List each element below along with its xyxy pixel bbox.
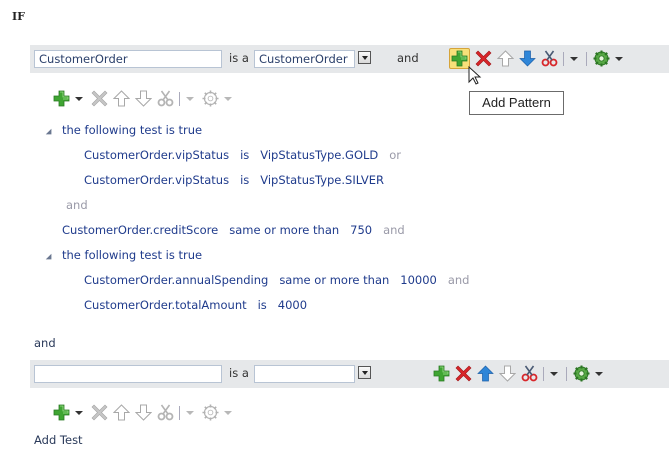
- cut-menu-caret[interactable]: [550, 371, 558, 376]
- toolbar-separator: [179, 405, 180, 420]
- gear-menu-caret[interactable]: [224, 410, 232, 415]
- cut-menu-caret[interactable]: [186, 96, 194, 101]
- toolbar-separator: [543, 366, 544, 381]
- type-dropdown-button[interactable]: [358, 366, 371, 379]
- add-test-button[interactable]: [53, 404, 70, 421]
- group-2-label[interactable]: the following test is true: [62, 248, 202, 262]
- add-pattern-tooltip: Add Pattern: [469, 91, 564, 115]
- move-down-button[interactable]: [135, 404, 152, 421]
- gear-menu-caret[interactable]: [615, 56, 623, 61]
- pattern-alias-field[interactable]: CustomerOrder: [34, 50, 222, 68]
- move-down-button[interactable]: [519, 50, 536, 67]
- add-test-caret[interactable]: [75, 410, 83, 415]
- move-up-button[interactable]: [113, 90, 130, 107]
- test-toolbar: [53, 404, 240, 421]
- toolbar-separator: [563, 51, 564, 66]
- pattern-type-select[interactable]: CustomerOrder: [254, 50, 355, 68]
- cut-button[interactable]: [521, 365, 538, 382]
- type-dropdown-button[interactable]: [358, 51, 371, 64]
- if-label: IF: [12, 10, 25, 23]
- test-line[interactable]: CustomerOrder.annualSpending same or mor…: [84, 273, 469, 287]
- move-up-button[interactable]: [497, 50, 514, 67]
- mouse-pointer-icon: [468, 66, 482, 85]
- is-a-label: is a: [229, 51, 249, 65]
- move-up-button[interactable]: [477, 365, 494, 382]
- test-line[interactable]: CustomerOrder.totalAmount is 4000: [84, 298, 307, 312]
- test-line[interactable]: CustomerOrder.vipStatus is VipStatusType…: [84, 173, 384, 187]
- move-down-button[interactable]: [135, 90, 152, 107]
- add-test-link[interactable]: Add Test: [34, 433, 83, 447]
- collapse-group-2-icon[interactable]: [45, 253, 55, 263]
- gear-menu-caret[interactable]: [224, 96, 232, 101]
- gear-icon[interactable]: [202, 404, 219, 421]
- delete-pattern-button[interactable]: [455, 365, 472, 382]
- group-1-label[interactable]: the following test is true: [62, 123, 202, 137]
- gear-menu-caret[interactable]: [595, 371, 603, 376]
- cut-button[interactable]: [157, 404, 174, 421]
- cut-menu-caret[interactable]: [570, 56, 578, 61]
- pattern-connector: and: [397, 51, 419, 65]
- pattern-type-select[interactable]: [254, 365, 355, 383]
- delete-test-button[interactable]: [91, 90, 108, 107]
- add-test-button[interactable]: [53, 90, 70, 107]
- move-up-button[interactable]: [113, 404, 130, 421]
- cut-menu-caret[interactable]: [186, 410, 194, 415]
- add-pattern-button[interactable]: [433, 365, 450, 382]
- is-a-label: is a: [229, 366, 249, 380]
- add-pattern-button[interactable]: [449, 48, 470, 69]
- collapse-group-1-icon[interactable]: [45, 128, 55, 138]
- toolbar-separator: [179, 91, 180, 106]
- toolbar-separator: [586, 51, 587, 66]
- gear-icon[interactable]: [593, 50, 610, 67]
- test-line[interactable]: CustomerOrder.vipStatus is VipStatusType…: [84, 148, 401, 162]
- gear-icon[interactable]: [202, 90, 219, 107]
- and-between-patterns: and: [34, 336, 56, 350]
- delete-test-button[interactable]: [91, 404, 108, 421]
- add-test-caret[interactable]: [75, 96, 83, 101]
- delete-pattern-button[interactable]: [475, 50, 492, 67]
- gear-icon[interactable]: [573, 365, 590, 382]
- move-down-button[interactable]: [499, 365, 516, 382]
- test-line[interactable]: CustomerOrder.creditScore same or more t…: [62, 223, 405, 237]
- and-connector: and: [66, 198, 88, 212]
- cut-button[interactable]: [157, 90, 174, 107]
- pattern-toolbar: [433, 365, 611, 382]
- pattern-alias-field[interactable]: [34, 365, 222, 383]
- test-toolbar: [53, 90, 240, 107]
- cut-button[interactable]: [541, 50, 558, 67]
- toolbar-separator: [566, 366, 567, 381]
